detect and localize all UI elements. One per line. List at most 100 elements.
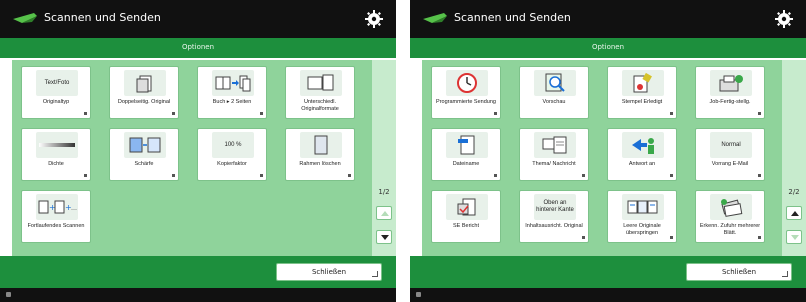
options-bar: Optionen (410, 38, 806, 58)
book-two-pages-button[interactable]: Buch ▸ 2 Seiten (197, 66, 267, 119)
corner-mark-icon (372, 271, 378, 277)
different-sizes-button[interactable]: Unterschiedl. Originalformate (285, 66, 355, 119)
tx-report-button[interactable]: SE Bericht (431, 190, 501, 243)
button-label: Schärfe (134, 161, 154, 167)
close-label: Schließen (311, 268, 347, 276)
duplex-original-icon (124, 70, 166, 96)
corner-mark-icon (782, 271, 788, 277)
job-done-notice-icon (710, 70, 752, 96)
sharpness-icon (124, 132, 166, 158)
done-stamp-icon (622, 70, 664, 96)
button-label: Originaltyp (42, 99, 70, 105)
status-bar (0, 288, 396, 302)
button-label: Programmierte Sendung (436, 99, 496, 105)
button-label: Fortlaufendes Scannen (27, 223, 85, 229)
more-indicator (670, 236, 673, 239)
scroll-up-button[interactable] (376, 206, 392, 220)
continuous-scan-icon: + +… (36, 194, 78, 220)
page-indicator: 1/2 (378, 188, 390, 196)
status-icon (416, 292, 421, 297)
options-grid: Programmierte Sendung Vorschau Stempel E… (422, 60, 782, 256)
options-title: Optionen (181, 43, 215, 51)
footer-bar: Schließen (0, 256, 396, 288)
density-button[interactable]: Dichte (21, 128, 91, 181)
button-label: Vorrang E-Mail (711, 161, 749, 167)
reply-to-icon (622, 132, 664, 158)
button-label: Doppelseitig. Original (117, 99, 171, 105)
subject-message-button[interactable]: Thema/ Nachricht (519, 128, 589, 181)
close-button[interactable]: Schließen (276, 263, 382, 281)
button-label: Dateiname (452, 161, 480, 167)
gear-icon[interactable] (774, 9, 794, 29)
button-label: Leere Originale überspringen (623, 223, 661, 236)
arrow-down-icon (791, 235, 799, 240)
reply-to-button[interactable]: Antwort an (607, 128, 677, 181)
original-orientation-button[interactable]: Oben an hinterer Kante Inhaltsausricht. … (519, 190, 589, 243)
more-indicator (260, 174, 263, 177)
button-label: Stempel Erledigt (621, 99, 663, 105)
file-name-icon (446, 132, 488, 158)
icon-caption: Oben an hinterer Kante (536, 200, 574, 213)
scroll-down-button[interactable] (786, 230, 802, 244)
different-sizes-icon (300, 70, 342, 96)
multifeed-detection-button[interactable]: Erkenn. Zufuhr mehrerer Blätt. (695, 190, 765, 243)
status-bar (410, 288, 806, 302)
tx-report-icon (446, 194, 488, 220)
button-label: Job-Fertig-stellg. (709, 99, 751, 105)
email-priority-button[interactable]: Normal Vorrang E-Mail (695, 128, 765, 181)
arrow-up-icon (381, 211, 389, 216)
button-label: Erkenn. Zufuhr mehrerer Blätt. (699, 223, 761, 236)
arrow-down-icon (381, 235, 389, 240)
more-indicator (494, 174, 497, 177)
job-done-notice-button[interactable]: Job-Fertig-stellg. (695, 66, 765, 119)
scheduled-send-button[interactable]: Programmierte Sendung (431, 66, 501, 119)
scroll-down-button[interactable] (376, 230, 392, 244)
done-stamp-button[interactable]: Stempel Erledigt (607, 66, 677, 119)
window-title: Scannen und Senden (44, 11, 161, 24)
skip-blank-button[interactable]: Leere Originale überspringen (607, 190, 677, 243)
copy-ratio-icon: 100 % (212, 132, 254, 158)
button-label: SE Bericht (453, 223, 479, 229)
clock-icon (446, 70, 488, 96)
scroll-column: 2/2 (782, 60, 806, 256)
original-type-button[interactable]: Text/Foto Originaltyp (21, 66, 91, 119)
preview-magnifier-icon (534, 70, 576, 96)
preview-button[interactable]: Vorschau (519, 66, 589, 119)
scroll-up-button[interactable] (786, 206, 802, 220)
button-label: Inhaltsausricht. Original (525, 223, 583, 229)
status-icon (6, 292, 11, 297)
more-indicator (172, 112, 175, 115)
more-indicator (84, 112, 87, 115)
scan-send-logo-icon (423, 13, 447, 23)
more-indicator (494, 112, 497, 115)
icon-caption: 100 % (224, 141, 242, 148)
close-button[interactable]: Schließen (686, 263, 792, 281)
button-label: Thema/ Nachricht (532, 161, 576, 167)
more-indicator (582, 174, 585, 177)
options-grid: Text/Foto Originaltyp Doppelseitig. Orig… (12, 60, 372, 256)
button-label: Rahmen löschen (299, 161, 341, 167)
window-title: Scannen und Senden (454, 11, 571, 24)
scroll-column: 1/2 (372, 60, 396, 256)
left-screen: Scannen und Senden Optionen Text/Foto Or… (0, 0, 396, 302)
continuous-scan-button[interactable]: + +… Fortlaufendes Scannen (21, 190, 91, 243)
orientation-icon: Oben an hinterer Kante (534, 194, 576, 220)
more-indicator (670, 112, 673, 115)
subject-message-icon (534, 132, 576, 158)
copy-ratio-button[interactable]: 100 % Kopierfaktor (197, 128, 267, 181)
gear-icon[interactable] (364, 9, 384, 29)
button-label: Antwort an (628, 161, 656, 167)
more-indicator (758, 236, 761, 239)
more-indicator (84, 174, 87, 177)
duplex-original-button[interactable]: Doppelseitig. Original (109, 66, 179, 119)
file-name-button[interactable]: Dateiname (431, 128, 501, 181)
erase-frame-button[interactable]: Rahmen löschen (285, 128, 355, 181)
sharpness-button[interactable]: Schärfe (109, 128, 179, 181)
button-label: Unterschiedl. Originalformate (301, 99, 339, 112)
skip-blank-icon (622, 194, 664, 220)
density-slider-icon (36, 132, 78, 158)
button-label: Kopierfaktor (217, 161, 247, 167)
close-label: Schließen (721, 268, 757, 276)
options-title: Optionen (591, 43, 625, 51)
more-indicator (758, 174, 761, 177)
